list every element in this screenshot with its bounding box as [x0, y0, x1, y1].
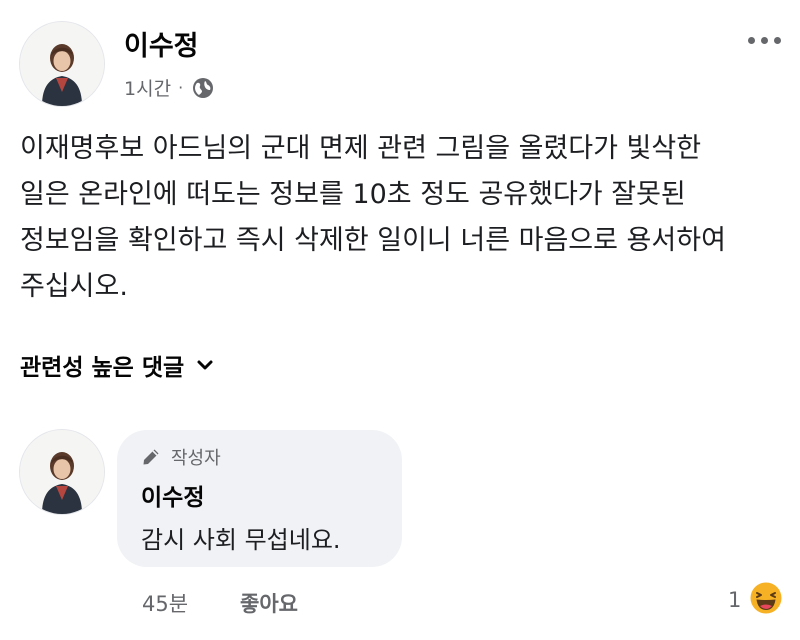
haha-emoji-icon[interactable]: [748, 580, 784, 616]
meta-separator: ·: [178, 78, 184, 97]
post-text-line: 일은 온라인에 떠도는 정보를 10초 정도 공유했다가 잘못된: [20, 179, 686, 210]
author-badge-label: 작성자: [171, 448, 221, 469]
post-text: 이재명후보 아드님의 군대 면제 관련 그림을 올렸다가 빛삭한 일은 온라인에…: [20, 126, 790, 310]
chevron-down-icon: [197, 360, 213, 370]
profile-photo: [20, 430, 104, 514]
author-avatar[interactable]: [20, 22, 104, 106]
more-dot: [760, 36, 768, 44]
like-button[interactable]: 좋아요: [240, 588, 298, 618]
comment-sort-label: 관련성 높은 댓글: [20, 355, 185, 381]
comment-author-name[interactable]: 이수정: [141, 478, 204, 512]
commenter-avatar[interactable]: [20, 430, 104, 514]
author-badge: 작성자: [141, 444, 221, 470]
more-horizontal-icon: [747, 36, 755, 44]
comment-time[interactable]: 45분: [142, 588, 188, 618]
post-text-line: 이재명후보 아드님의 군대 면제 관련 그림을 올렸다가 빛삭한: [20, 133, 702, 164]
post-meta: 1시간 ·: [124, 74, 214, 101]
more-dot: [773, 36, 781, 44]
author-name[interactable]: 이수정: [124, 24, 199, 63]
post-text-line: 정보임을 확인하고 즉시 삭제한 일이니 너른 마음으로 용서하여: [20, 225, 726, 256]
profile-photo: [20, 22, 104, 106]
more-options-button[interactable]: [742, 26, 786, 54]
comment-bubble: 작성자 이수정 감시 사회 무섭네요.: [117, 430, 402, 567]
pencil-icon: [143, 449, 159, 465]
globe-icon[interactable]: [192, 77, 214, 99]
post-time[interactable]: 1시간: [124, 74, 171, 101]
comment-sort-dropdown[interactable]: 관련성 높은 댓글: [20, 348, 214, 382]
reaction-count[interactable]: 1: [728, 588, 741, 612]
post-text-line: 주십시오.: [20, 271, 128, 302]
comment-text: 감시 사회 무섭네요.: [141, 526, 341, 554]
